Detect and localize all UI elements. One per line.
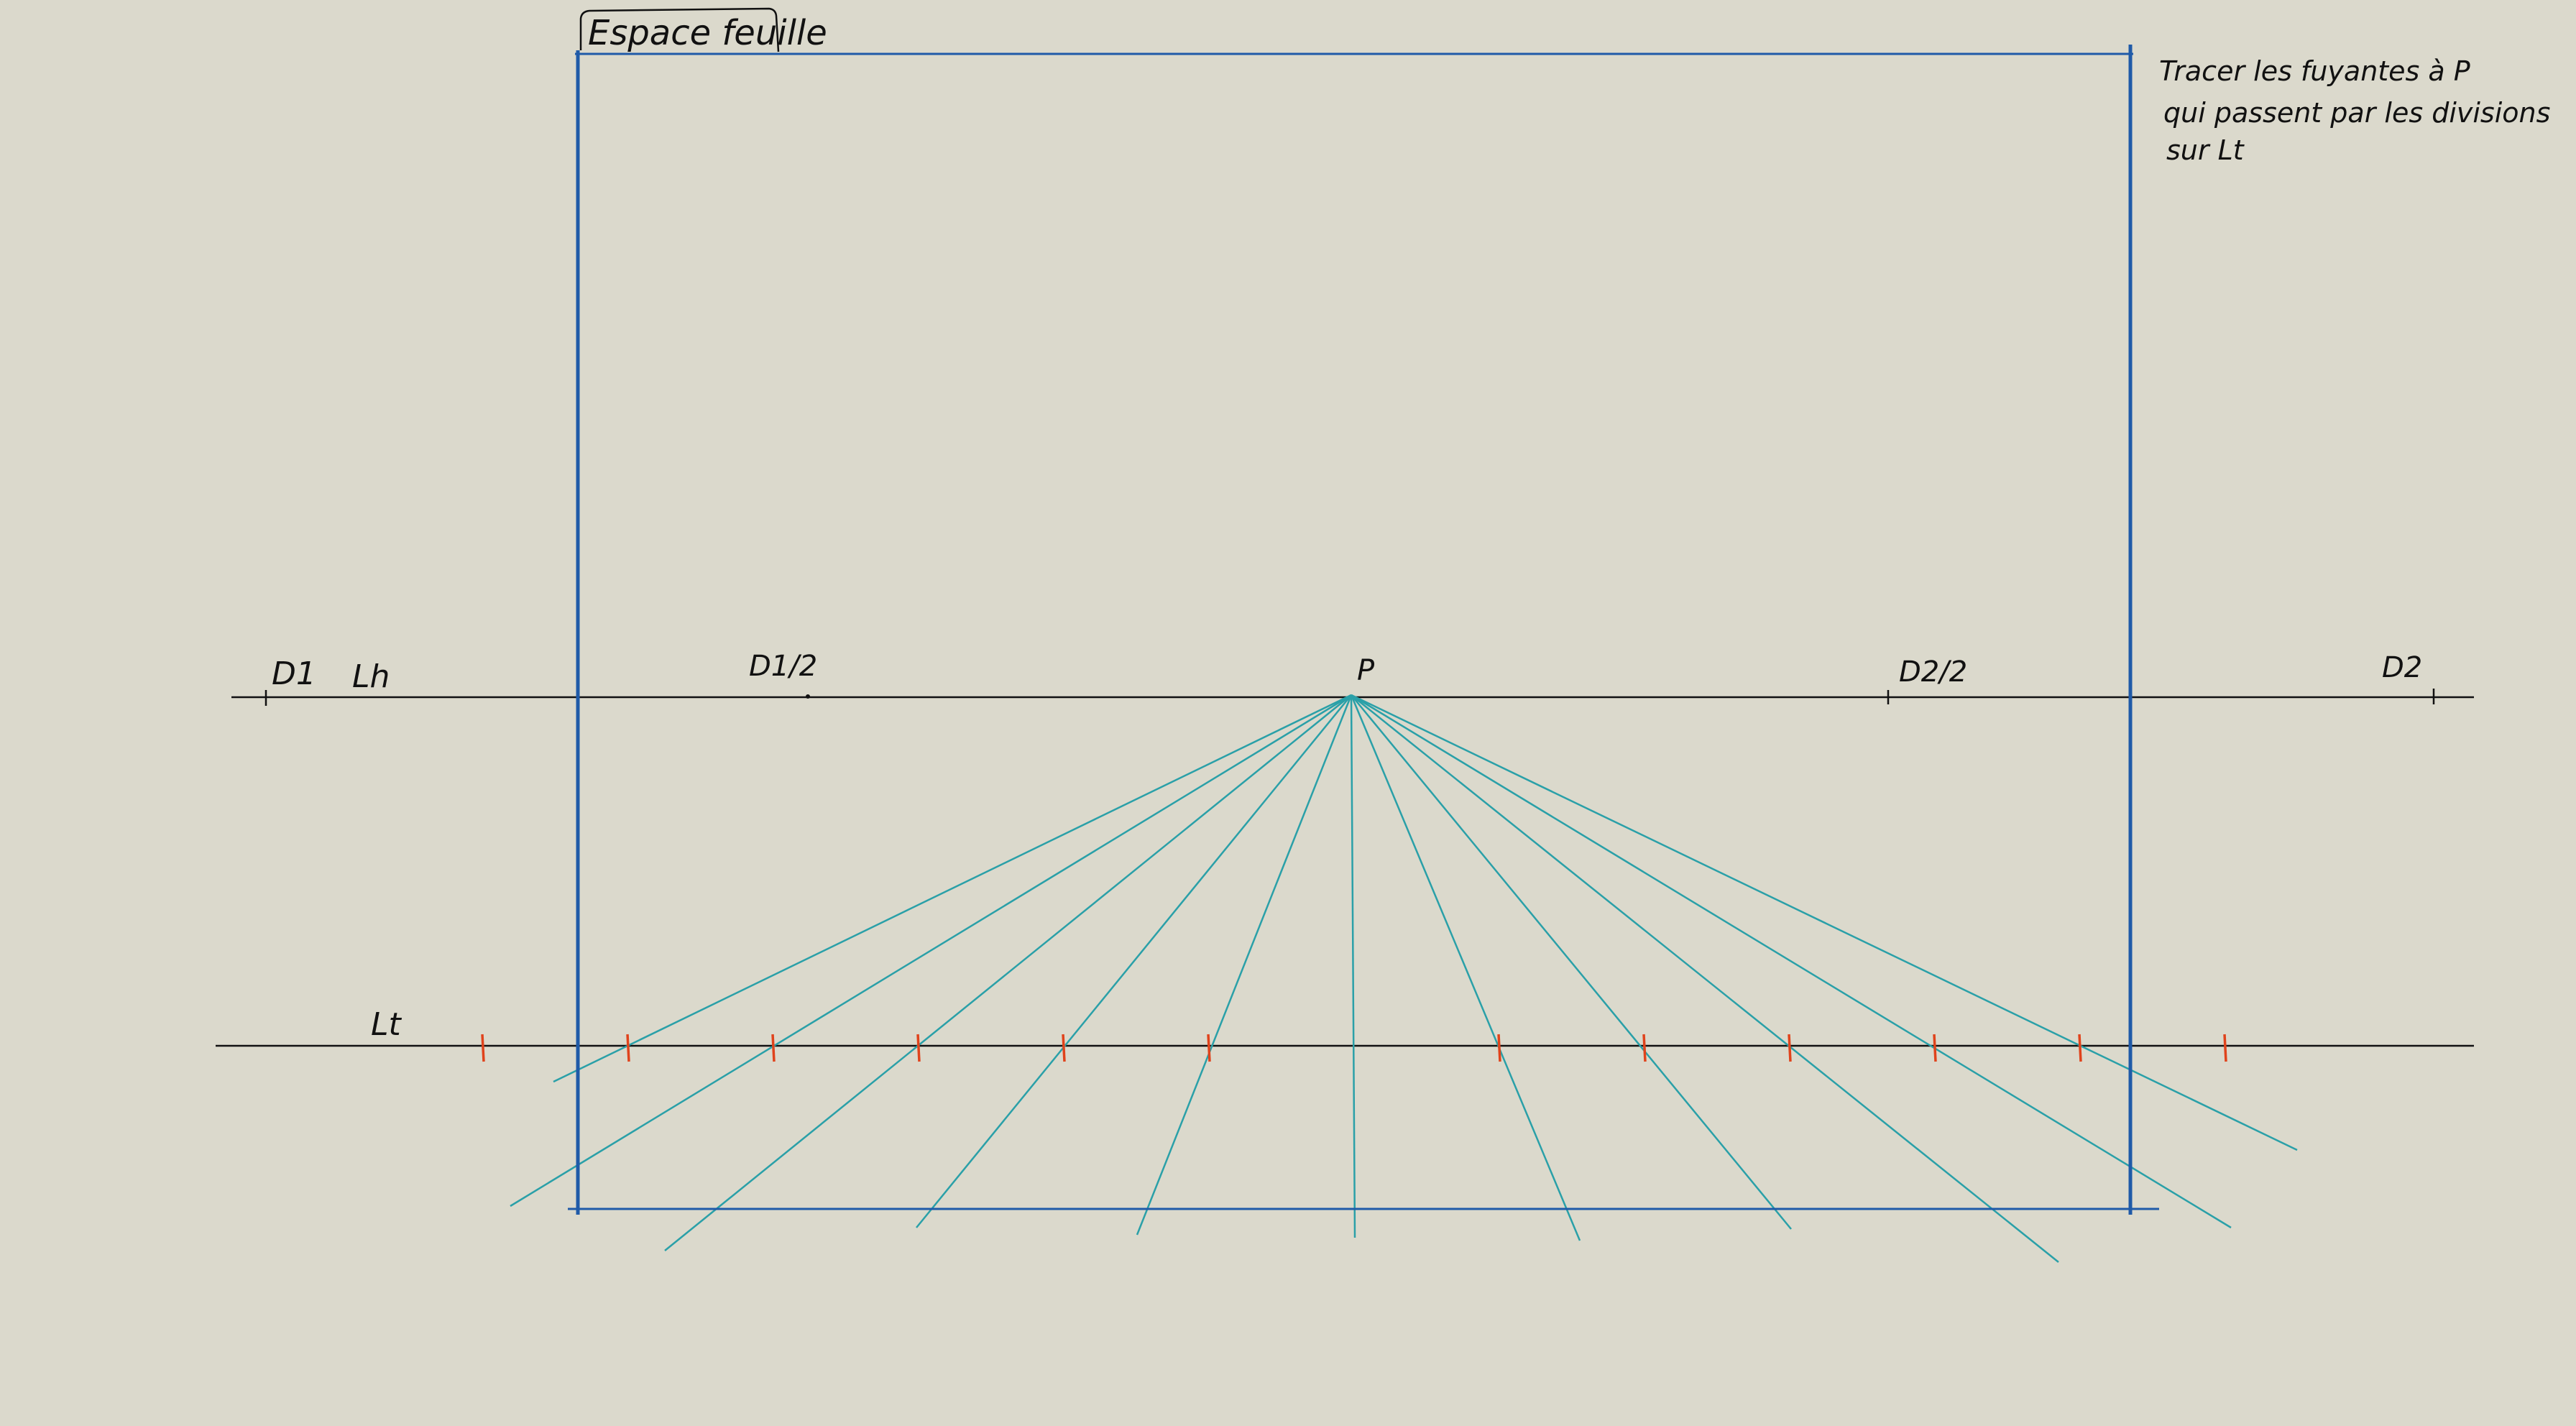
division-tick-2 bbox=[771, 1034, 776, 1062]
canvas-background bbox=[0, 0, 2576, 1426]
division-tick-10 bbox=[1933, 1034, 1937, 1062]
point-d2-label: D2 bbox=[2382, 651, 2422, 684]
division-tick-5 bbox=[1207, 1034, 1211, 1062]
point-p-label: P bbox=[1357, 654, 1375, 687]
division-tick-4 bbox=[1062, 1034, 1066, 1062]
instruction-line-3: sur Lt bbox=[2166, 134, 2245, 166]
division-tick-1 bbox=[626, 1034, 630, 1062]
division-tick-7 bbox=[1497, 1034, 1501, 1062]
frame-title-box: Espace feuille bbox=[579, 7, 827, 53]
division-tick-11 bbox=[2078, 1034, 2082, 1062]
frame-title: Espace feuille bbox=[588, 13, 827, 53]
division-tick-12 bbox=[2223, 1034, 2227, 1062]
point-d1-half-label: D1/2 bbox=[749, 650, 817, 683]
point-d1-label: D1 bbox=[272, 656, 316, 692]
division-tick-3 bbox=[916, 1034, 921, 1062]
instruction-line-2: qui passent par les divisions bbox=[2163, 97, 2550, 129]
division-tick-0 bbox=[481, 1034, 485, 1062]
instruction-line-1: Tracer les fuyantes à P bbox=[2159, 55, 2470, 87]
division-tick-9 bbox=[1788, 1034, 1792, 1062]
ground-line-label: Lt bbox=[371, 1006, 402, 1043]
perspective-drawing: Espace feuille D1 Lh D1/2 P D2/2 D2 Lt T… bbox=[0, 0, 2576, 1426]
division-tick-8 bbox=[1642, 1034, 1647, 1062]
horizon-label: Lh bbox=[352, 658, 390, 695]
point-d2-half-label: D2/2 bbox=[1899, 656, 1967, 689]
point-p: P bbox=[1357, 654, 1375, 687]
point-d1-half-dot bbox=[806, 694, 810, 699]
